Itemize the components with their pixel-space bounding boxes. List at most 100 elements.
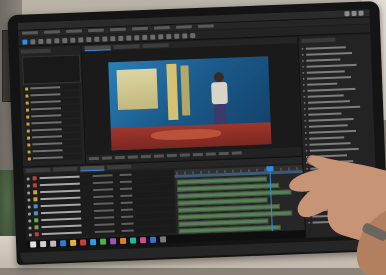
disclosure-triangle-icon[interactable] xyxy=(304,125,307,128)
tool-icon[interactable] xyxy=(126,35,132,41)
tool-icon[interactable] xyxy=(46,38,52,44)
disclosure-triangle-icon[interactable] xyxy=(302,77,306,80)
disclosure-triangle-icon[interactable] xyxy=(304,107,307,110)
visibility-eye-icon[interactable] xyxy=(26,176,30,181)
viewer-control[interactable] xyxy=(153,154,164,158)
layer-mode[interactable] xyxy=(93,188,114,192)
menu-item[interactable] xyxy=(21,31,39,35)
app-icon[interactable] xyxy=(99,238,107,245)
tool-icon[interactable] xyxy=(118,35,124,41)
layer-parent[interactable] xyxy=(120,201,133,205)
disclosure-triangle-icon[interactable] xyxy=(302,65,305,68)
tab-composition[interactable] xyxy=(84,45,111,52)
layer-mode[interactable] xyxy=(92,174,113,178)
app-icon[interactable] xyxy=(60,240,67,247)
tool-icon[interactable] xyxy=(30,39,36,45)
app-icon[interactable] xyxy=(139,237,147,244)
layer-label-color[interactable] xyxy=(32,176,37,181)
layer-label-color[interactable] xyxy=(34,225,39,230)
layer-mode[interactable] xyxy=(93,209,114,213)
disclosure-triangle-icon[interactable] xyxy=(302,71,305,74)
visibility-eye-icon[interactable] xyxy=(28,218,32,223)
layer-parent[interactable] xyxy=(120,194,133,198)
viewer-control[interactable] xyxy=(192,152,203,157)
disclosure-triangle-icon[interactable] xyxy=(302,53,305,56)
viewer-control[interactable] xyxy=(140,154,151,159)
tool-icon[interactable] xyxy=(54,38,60,44)
tool-icon[interactable] xyxy=(78,37,84,43)
tool-icon[interactable] xyxy=(174,33,180,39)
tool-icon[interactable] xyxy=(94,36,100,42)
layer-label-color[interactable] xyxy=(33,197,38,202)
project-tab[interactable] xyxy=(20,48,51,54)
visibility-eye-icon[interactable] xyxy=(28,225,32,230)
app-icon[interactable] xyxy=(119,237,127,245)
tab-layer[interactable] xyxy=(113,44,140,50)
app-icon[interactable] xyxy=(109,238,117,245)
layer-mode[interactable] xyxy=(92,181,113,185)
tool-icon[interactable] xyxy=(182,33,188,39)
tool-icon[interactable] xyxy=(110,36,116,42)
layer-parent[interactable] xyxy=(121,222,134,226)
tool-icon[interactable] xyxy=(150,34,156,40)
app-icon[interactable] xyxy=(159,236,167,243)
disclosure-triangle-icon[interactable] xyxy=(305,131,308,134)
disclosure-triangle-icon[interactable] xyxy=(303,101,306,104)
tool-icon[interactable] xyxy=(62,37,68,44)
viewer-control[interactable] xyxy=(101,156,112,160)
menu-item[interactable] xyxy=(131,26,149,31)
viewer-control[interactable] xyxy=(127,155,138,159)
timeline-tab[interactable] xyxy=(26,167,51,173)
layer-mode[interactable] xyxy=(93,202,114,206)
app-icon[interactable] xyxy=(149,236,157,243)
timeline-tab[interactable] xyxy=(107,164,132,170)
tool-icon[interactable] xyxy=(102,36,108,42)
app-icon[interactable] xyxy=(70,239,77,246)
project-item-row[interactable] xyxy=(25,153,82,162)
layer-parent[interactable] xyxy=(121,229,134,233)
tool-icon[interactable] xyxy=(142,34,148,41)
maximize-icon[interactable] xyxy=(351,10,357,17)
visibility-eye-icon[interactable] xyxy=(28,232,32,237)
effects-tab[interactable] xyxy=(301,37,336,43)
disclosure-triangle-icon[interactable] xyxy=(304,113,307,116)
layer-parent[interactable] xyxy=(121,215,134,219)
menu-item[interactable] xyxy=(109,27,127,32)
layer-parent[interactable] xyxy=(119,173,132,177)
app-icon[interactable] xyxy=(129,237,137,244)
tool-icon[interactable] xyxy=(134,35,140,41)
menu-item[interactable] xyxy=(87,28,105,33)
layer-mode[interactable] xyxy=(94,230,115,234)
menu-item[interactable] xyxy=(65,29,83,33)
tool-icon[interactable] xyxy=(190,33,196,39)
tool-icon[interactable] xyxy=(86,37,92,43)
viewer-control[interactable] xyxy=(88,156,99,161)
menu-item[interactable] xyxy=(175,25,192,29)
close-icon[interactable] xyxy=(358,10,364,16)
task-view-icon[interactable] xyxy=(50,240,57,247)
viewer-control[interactable] xyxy=(114,155,125,160)
visibility-eye-icon[interactable] xyxy=(27,190,31,195)
layer-mode[interactable] xyxy=(94,216,115,220)
video-preview-frame[interactable] xyxy=(108,56,272,151)
menu-item[interactable] xyxy=(197,24,214,28)
layer-label-color[interactable] xyxy=(33,204,38,209)
tool-icon[interactable] xyxy=(22,39,28,45)
timeline-tab-active[interactable] xyxy=(80,165,105,172)
disclosure-triangle-icon[interactable] xyxy=(301,47,304,50)
viewer-control[interactable] xyxy=(231,151,242,155)
disclosure-triangle-icon[interactable] xyxy=(304,119,307,122)
disclosure-triangle-icon[interactable] xyxy=(303,83,306,86)
tool-icon[interactable] xyxy=(158,34,164,40)
menu-item[interactable] xyxy=(153,26,170,30)
minimize-icon[interactable] xyxy=(344,11,350,17)
visibility-eye-icon[interactable] xyxy=(27,197,31,202)
layer-label-color[interactable] xyxy=(32,183,37,188)
windows-start-icon[interactable] xyxy=(30,241,37,248)
disclosure-triangle-icon[interactable] xyxy=(302,59,305,62)
layer-mode[interactable] xyxy=(94,223,115,227)
tool-icon[interactable] xyxy=(166,33,172,40)
layer-parent[interactable] xyxy=(119,180,132,184)
visibility-eye-icon[interactable] xyxy=(26,183,30,188)
disclosure-triangle-icon[interactable] xyxy=(303,89,306,92)
